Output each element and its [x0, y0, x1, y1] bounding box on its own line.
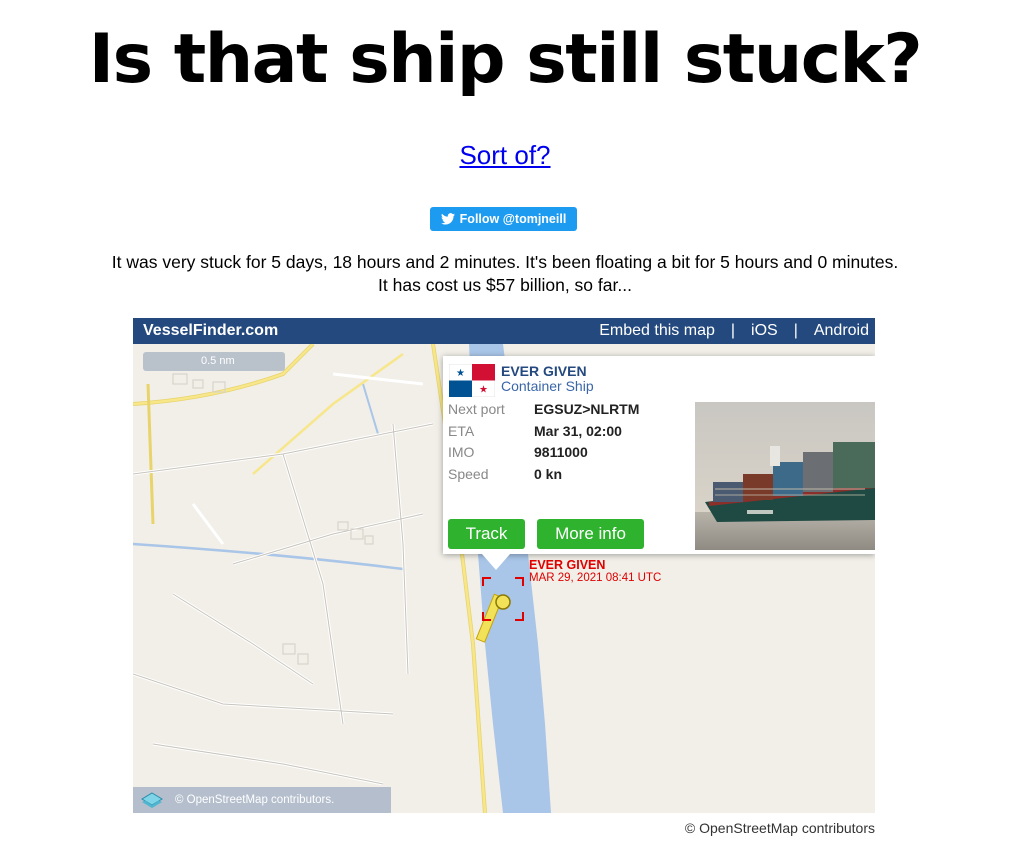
- info-value: EGSUZ>NLRTM: [534, 401, 640, 417]
- info-label: Speed: [448, 466, 489, 482]
- link-separator: |: [793, 322, 798, 339]
- twitter-bird-icon: [440, 213, 455, 225]
- ship-marker-label: EVER GIVEN MAR 29, 2021 08:41 UTC: [529, 558, 661, 584]
- info-value: Mar 31, 02:00: [534, 423, 622, 439]
- vessel-popup: ★ ★ EVER GIVEN Container Ship Next port …: [443, 356, 875, 554]
- sort-of-container: Sort of?: [0, 138, 1010, 172]
- follow-label: Follow @tomjneill: [459, 212, 567, 226]
- panama-flag-icon: ★ ★: [449, 364, 495, 397]
- info-label: Next port: [448, 401, 505, 417]
- link-separator: |: [730, 322, 736, 339]
- marker-ship-name: EVER GIVEN: [529, 558, 606, 572]
- map-scale: 0.5 nm: [143, 352, 285, 371]
- page-attribution[interactable]: © OpenStreetMap contributors: [0, 820, 875, 836]
- status-text: It was very stuck for 5 days, 18 hours a…: [0, 251, 1010, 297]
- layers-icon[interactable]: [141, 791, 163, 809]
- twitter-follow-button[interactable]: Follow @tomjneill: [430, 207, 577, 231]
- scale-label: 0.5 nm: [201, 355, 235, 367]
- marker-timestamp: MAR 29, 2021 08:41 UTC: [529, 572, 662, 584]
- vesselfinder-brand-link[interactable]: VesselFinder.com: [143, 322, 278, 340]
- track-button[interactable]: Track: [448, 519, 525, 549]
- popup-pointer: [482, 554, 510, 570]
- vessel-map[interactable]: VesselFinder.com Embed this map | iOS | …: [133, 318, 875, 813]
- svg-text:★: ★: [456, 368, 465, 379]
- map-attribution-text[interactable]: © OpenStreetMap contributors.: [175, 794, 334, 806]
- map-header-bar: VesselFinder.com Embed this map | iOS | …: [133, 318, 875, 344]
- info-label: IMO: [448, 444, 475, 460]
- sort-of-link[interactable]: Sort of?: [459, 140, 550, 170]
- embed-map-link[interactable]: Embed this map: [599, 322, 715, 340]
- info-value: 9811000: [534, 444, 588, 460]
- page-title: Is that ship still stuck?: [88, 20, 923, 99]
- ios-link[interactable]: iOS: [751, 322, 778, 340]
- status-line-cost: It has cost us $57 billion, so far...: [378, 275, 632, 295]
- map-attribution-bar: © OpenStreetMap contributors.: [133, 787, 391, 813]
- info-value: 0 kn: [534, 466, 563, 482]
- status-line-duration: It was very stuck for 5 days, 18 hours a…: [111, 252, 899, 272]
- vessel-name: EVER GIVEN: [501, 363, 587, 379]
- vessel-type: Container Ship: [501, 378, 594, 394]
- vessel-photo: [695, 402, 875, 550]
- map-header-links: Embed this map | iOS | Android: [599, 322, 869, 340]
- more-info-button[interactable]: More info: [537, 519, 644, 549]
- svg-text:★: ★: [479, 385, 488, 396]
- info-label: ETA: [448, 423, 475, 439]
- android-link[interactable]: Android: [814, 322, 869, 340]
